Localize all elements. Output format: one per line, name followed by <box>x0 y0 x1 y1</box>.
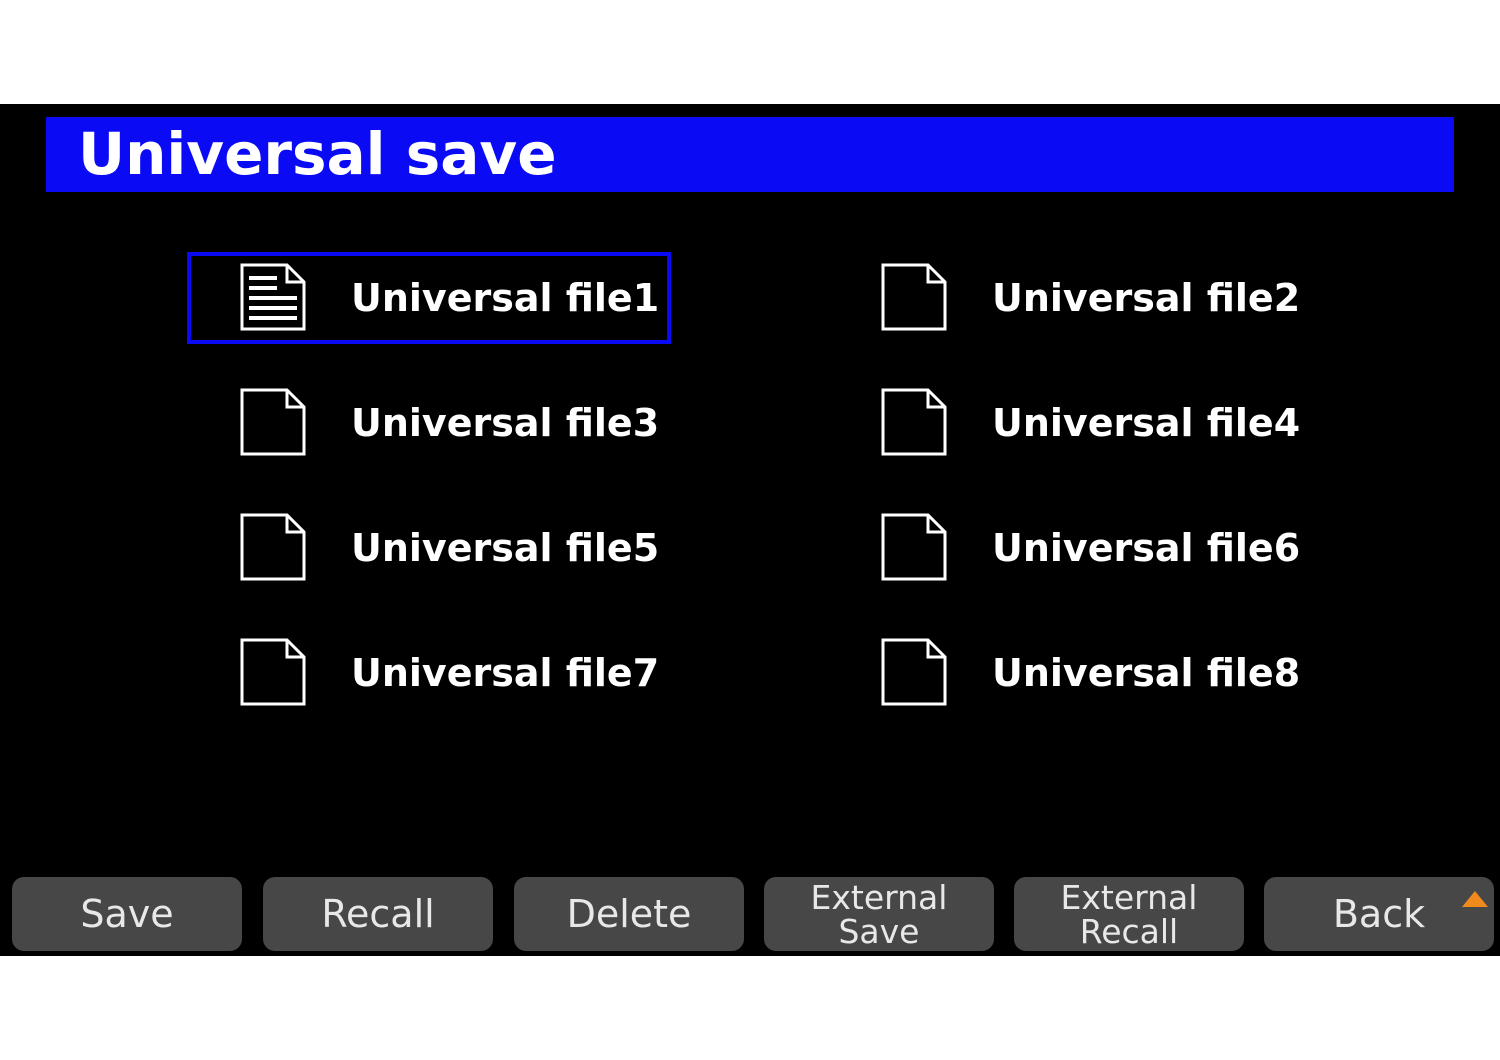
file-slot-4[interactable]: Universal file4 <box>828 377 1312 469</box>
external-save-label-line1: External <box>810 878 948 917</box>
external-recall-label-line1: External <box>1060 878 1198 917</box>
file-label: Universal file8 <box>992 651 1301 695</box>
file-label: Universal file4 <box>992 401 1301 445</box>
external-recall-label-line2: Recall <box>1079 912 1179 951</box>
document-empty-icon <box>880 637 948 707</box>
document-filled-icon <box>239 262 307 332</box>
document-empty-icon <box>880 387 948 457</box>
document-empty-icon <box>239 387 307 457</box>
recall-button-label: Recall <box>321 892 435 936</box>
delete-button[interactable]: Delete <box>514 877 744 951</box>
page-title: Universal save <box>78 120 557 188</box>
file-label: Universal file1 <box>351 276 660 320</box>
instrument-screen: Universal save Universal file1 Universal… <box>0 104 1500 956</box>
file-label: Universal file7 <box>351 651 660 695</box>
document-empty-icon <box>239 637 307 707</box>
document-empty-icon <box>239 512 307 582</box>
external-save-button[interactable]: External Save <box>764 877 994 951</box>
back-button-label: Back <box>1332 892 1426 936</box>
document-empty-icon <box>880 512 948 582</box>
file-label: Universal file3 <box>351 401 660 445</box>
file-slot-7[interactable]: Universal file7 <box>187 627 671 719</box>
file-label: Universal file6 <box>992 526 1301 570</box>
document-empty-icon <box>880 262 948 332</box>
file-label: Universal file2 <box>992 276 1301 320</box>
delete-button-label: Delete <box>566 892 692 936</box>
file-slot-5[interactable]: Universal file5 <box>187 502 671 594</box>
file-label: Universal file5 <box>351 526 660 570</box>
file-slot-3[interactable]: Universal file3 <box>187 377 671 469</box>
file-slot-8[interactable]: Universal file8 <box>828 627 1312 719</box>
softkey-bar: Save Recall Delete External Save Externa… <box>0 877 1500 956</box>
back-button[interactable]: Back <box>1264 877 1494 951</box>
file-slot-6[interactable]: Universal file6 <box>828 502 1312 594</box>
save-button-label: Save <box>80 892 174 936</box>
recall-button[interactable]: Recall <box>263 877 493 951</box>
save-button[interactable]: Save <box>12 877 242 951</box>
external-save-label-line2: Save <box>838 912 920 951</box>
file-slot-2[interactable]: Universal file2 <box>828 252 1312 344</box>
title-bar: Universal save <box>46 117 1454 192</box>
external-recall-button[interactable]: External Recall <box>1014 877 1244 951</box>
file-slot-1[interactable]: Universal file1 <box>187 252 671 344</box>
up-arrow-icon <box>1462 891 1488 907</box>
